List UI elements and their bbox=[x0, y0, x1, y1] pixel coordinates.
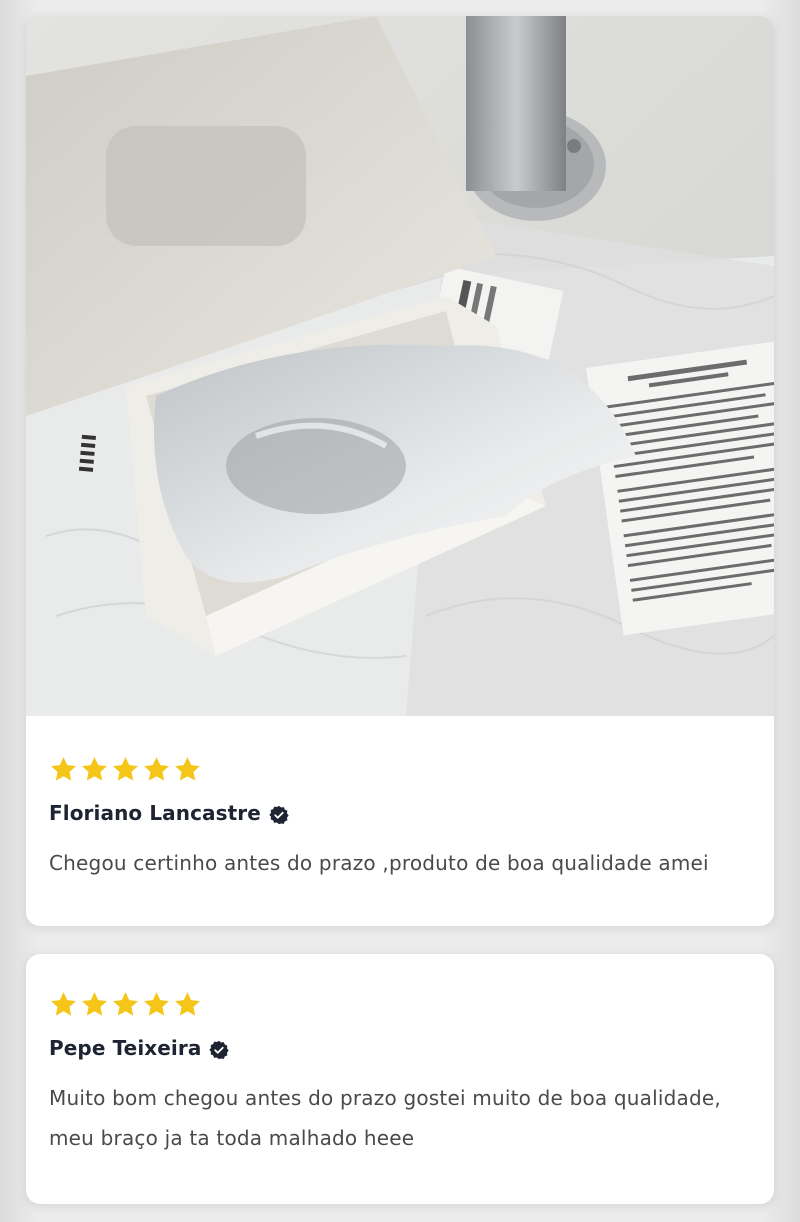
star-icon bbox=[80, 755, 109, 784]
review-body: Pepe Teixeira Muito bom chegou antes do … bbox=[26, 954, 774, 1204]
author-name: Floriano Lancastre bbox=[49, 801, 261, 825]
review-author: Pepe Teixeira bbox=[49, 1035, 751, 1061]
star-icon bbox=[49, 755, 78, 784]
reviews-page: Floriano Lancastre Chegou certinho antes… bbox=[0, 0, 800, 1222]
review-body: Floriano Lancastre Chegou certinho antes… bbox=[26, 716, 774, 926]
verified-badge-icon bbox=[209, 1040, 230, 1060]
star-rating bbox=[49, 754, 751, 784]
star-icon bbox=[173, 990, 202, 1019]
review-card: Pepe Teixeira Muito bom chegou antes do … bbox=[26, 954, 774, 1204]
star-icon bbox=[49, 990, 78, 1019]
star-icon bbox=[142, 990, 171, 1019]
star-icon bbox=[111, 755, 140, 784]
verified-badge-icon bbox=[269, 805, 289, 825]
star-icon bbox=[173, 755, 202, 784]
review-photo[interactable] bbox=[26, 16, 774, 716]
review-card: Floriano Lancastre Chegou certinho antes… bbox=[26, 16, 774, 926]
review-text: Muito bom chegou antes do prazo gostei m… bbox=[49, 1086, 721, 1150]
star-icon bbox=[142, 755, 171, 784]
author-name: Pepe Teixeira bbox=[49, 1036, 202, 1060]
star-icon bbox=[111, 990, 140, 1019]
star-icon bbox=[80, 990, 109, 1019]
review-author: Floriano Lancastre bbox=[49, 800, 751, 826]
star-rating bbox=[49, 989, 751, 1019]
review-text: Chegou certinho antes do prazo ,produto … bbox=[49, 851, 709, 875]
review-photo-image bbox=[26, 16, 774, 716]
